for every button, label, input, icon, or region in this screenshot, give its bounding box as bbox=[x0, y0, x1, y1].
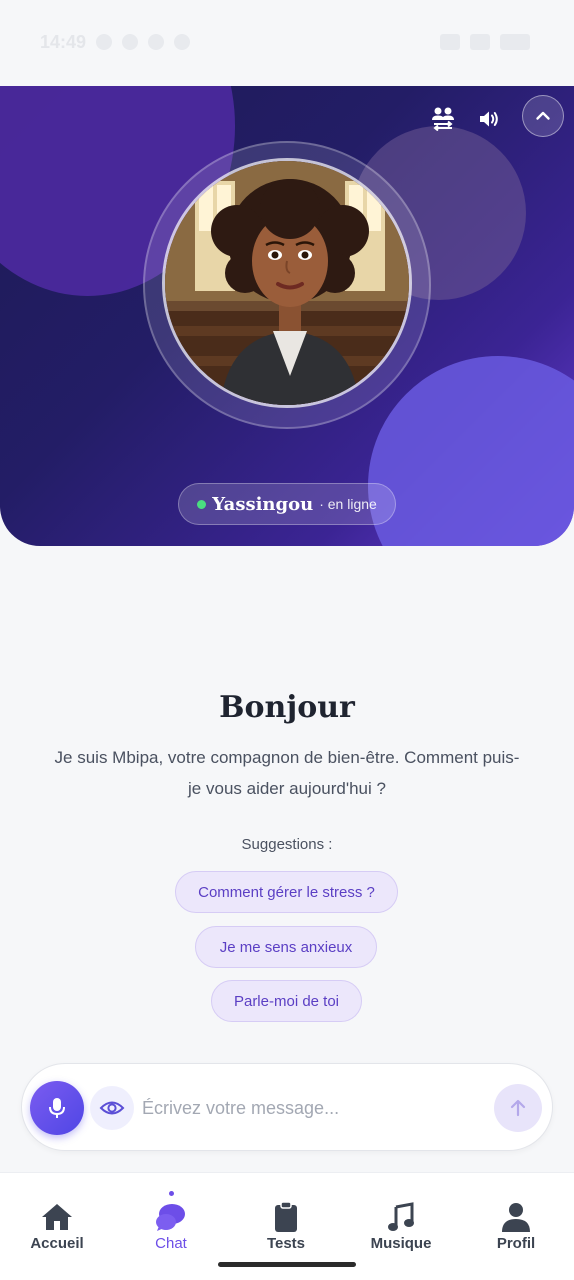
suggestion-chip[interactable]: Comment gérer le stress ? bbox=[175, 871, 398, 913]
users-swap-icon bbox=[432, 107, 454, 131]
cloud-icon bbox=[96, 34, 112, 50]
decorative-blob bbox=[368, 356, 574, 546]
online-dot bbox=[197, 499, 207, 509]
music-icon bbox=[387, 1201, 415, 1233]
battery-icon bbox=[500, 34, 530, 50]
suggestion-chip[interactable]: Je me sens anxieux bbox=[195, 926, 377, 968]
nav-label: Musique bbox=[370, 1235, 432, 1252]
active-indicator bbox=[168, 1191, 174, 1196]
status-bar: 14:49 bbox=[0, 0, 574, 86]
volume-icon bbox=[480, 111, 498, 127]
system-icons bbox=[440, 34, 530, 50]
nav-label: Tests bbox=[266, 1235, 306, 1252]
microphone-icon bbox=[49, 1098, 65, 1118]
message-composer bbox=[21, 1063, 553, 1151]
suggestions-label: Suggestions : bbox=[241, 836, 333, 853]
notification-icons bbox=[96, 34, 190, 50]
nav-label: Chat bbox=[155, 1235, 187, 1252]
chevron-up-icon bbox=[536, 111, 550, 120]
greeting-title: Bonjour bbox=[219, 690, 355, 725]
companion-header: Yassingou · en ligne bbox=[0, 86, 574, 546]
message-input[interactable] bbox=[142, 1088, 482, 1128]
vision-toggle-button[interactable] bbox=[90, 1086, 134, 1130]
eye-icon bbox=[99, 1101, 125, 1115]
home-indicator bbox=[218, 1262, 356, 1267]
arrow-up-icon bbox=[510, 1099, 526, 1117]
sound-button[interactable] bbox=[476, 106, 502, 132]
companion-status: · en ligne bbox=[319, 496, 377, 512]
nav-item-chat[interactable]: Chat bbox=[114, 1173, 228, 1263]
nav-item-profil[interactable]: Profil bbox=[459, 1173, 573, 1263]
wifi-icon bbox=[470, 34, 490, 50]
companion-name: Yassingou bbox=[212, 493, 314, 515]
signal-icon bbox=[440, 34, 460, 50]
home-icon bbox=[41, 1201, 73, 1233]
chat-icon bbox=[155, 1201, 187, 1233]
voice-input-button[interactable] bbox=[30, 1081, 84, 1135]
switch-companion-button[interactable] bbox=[430, 105, 456, 131]
suggestion-chip[interactable]: Parle-moi de toi bbox=[211, 980, 362, 1022]
user-icon bbox=[501, 1201, 531, 1233]
nav-item-accueil[interactable]: Accueil bbox=[0, 1173, 114, 1263]
notification-icon bbox=[122, 34, 138, 50]
companion-status-badge: Yassingou · en ligne bbox=[178, 483, 396, 525]
collapse-button[interactable] bbox=[522, 95, 564, 137]
notification-icon bbox=[174, 34, 190, 50]
companion-portrait bbox=[165, 161, 409, 405]
send-button[interactable] bbox=[494, 1084, 542, 1132]
nav-label: Profil bbox=[496, 1235, 536, 1252]
nav-label: Accueil bbox=[30, 1235, 84, 1252]
clipboard-icon bbox=[273, 1201, 299, 1233]
companion-avatar bbox=[162, 158, 412, 408]
notification-icon bbox=[148, 34, 164, 50]
nav-item-musique[interactable]: Musique bbox=[344, 1173, 458, 1263]
intro-message: Je suis Mbipa, votre compagnon de bien-ê… bbox=[54, 748, 520, 798]
nav-item-tests[interactable]: Tests bbox=[229, 1173, 343, 1263]
status-time: 14:49 bbox=[40, 32, 87, 52]
